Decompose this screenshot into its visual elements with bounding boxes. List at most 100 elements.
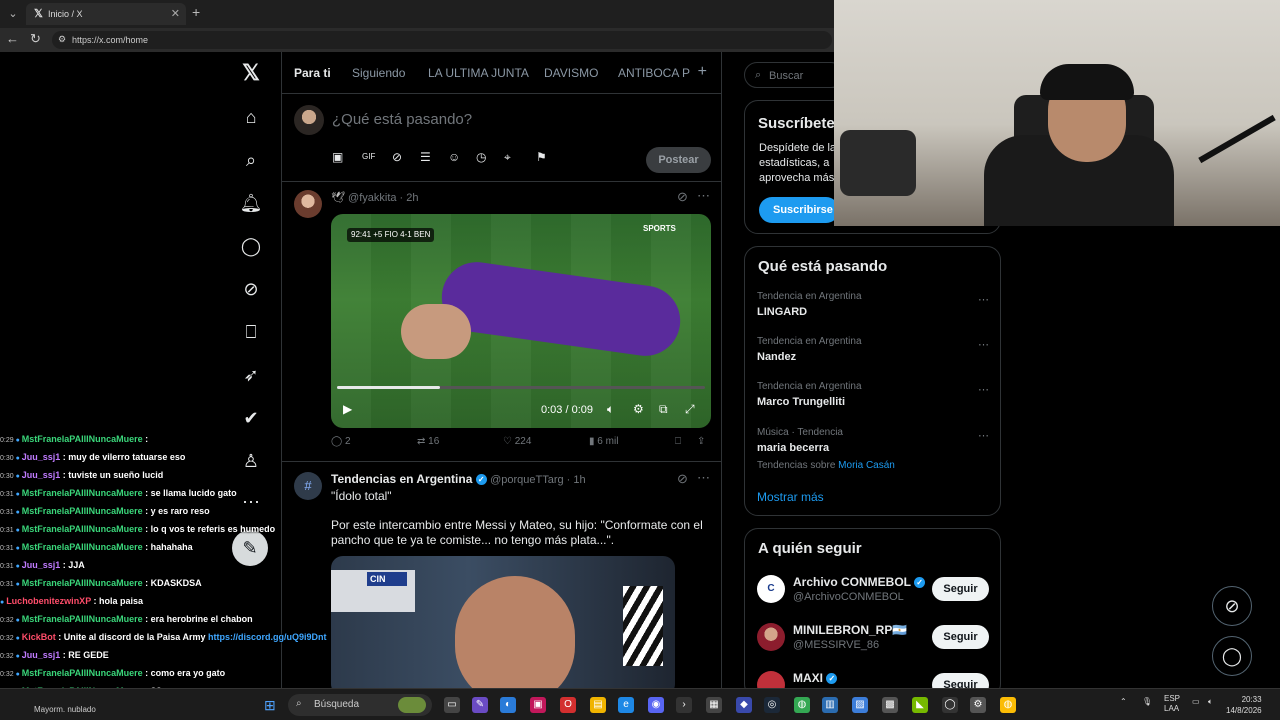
trend-item[interactable]: Tendencia en Argentina LINGARD ⋯: [757, 291, 989, 318]
chat-username[interactable]: LuchobenitezwinXP: [6, 596, 91, 606]
steam-icon[interactable]: ◎: [764, 697, 780, 713]
chat-username[interactable]: Juu_ssj1: [22, 560, 61, 570]
tab-antiboca[interactable]: ANTIBOCA P: [618, 66, 690, 80]
home-icon[interactable]: ⌂: [228, 104, 274, 130]
tab-para-ti[interactable]: Para ti: [294, 66, 331, 80]
chat-username[interactable]: Juu_ssj1: [22, 650, 61, 660]
x-logo-icon[interactable]: 𝕏: [228, 60, 274, 86]
messages-fab-icon[interactable]: ◯: [1212, 636, 1252, 676]
composer-input[interactable]: ¿Qué está pasando?: [332, 111, 472, 128]
schedule-icon[interactable]: ◷: [476, 150, 486, 164]
copilot-icon[interactable]: ◐: [500, 697, 516, 713]
edge-icon[interactable]: e: [618, 697, 634, 713]
notifications-bell-icon[interactable]: 🔔︎: [228, 190, 274, 216]
video-progress-bar[interactable]: [337, 386, 705, 389]
discord-icon[interactable]: ◉: [648, 697, 664, 713]
trend-sub-link[interactable]: Moria Casán: [838, 460, 895, 471]
emoji-icon[interactable]: ☺: [448, 150, 460, 164]
app-icon[interactable]: ◆: [736, 697, 752, 713]
grok-icon[interactable]: ⊘: [228, 276, 274, 302]
conmebol-avatar[interactable]: C: [757, 575, 785, 603]
add-tab-plus-icon[interactable]: +: [698, 63, 707, 81]
fullscreen-icon[interactable]: ⤢: [685, 402, 695, 417]
obs-icon[interactable]: ◯: [942, 697, 958, 713]
taskbar-search[interactable]: ⌕ Búsqueda: [288, 694, 432, 716]
network-icon[interactable]: ▭: [1192, 697, 1200, 706]
language-indicator[interactable]: ESP LAA: [1164, 694, 1180, 714]
flag-icon[interactable]: ⚑: [536, 150, 547, 164]
follow-suggestion[interactable]: C Archivo CONMEBOL ✓ @ArchivoCONMEBOL Se…: [757, 573, 989, 613]
more-options-icon[interactable]: ⋯: [697, 188, 710, 204]
trend-item[interactable]: Tendencia en Argentina Marco Trungelliti…: [757, 381, 989, 408]
subscribe-button[interactable]: Suscribirse: [759, 197, 839, 223]
back-arrow-icon[interactable]: ←: [6, 31, 19, 46]
gif-icon[interactable]: GIF: [362, 152, 375, 161]
tweet-image[interactable]: CIN: [331, 556, 675, 688]
weather-widget[interactable]: Mayorm. nublado: [34, 705, 96, 714]
tweet-handle-time[interactable]: 🕊︎ @fyakkita · 2h: [331, 191, 419, 204]
reload-icon[interactable]: ↻: [30, 31, 41, 47]
settings-gear-icon[interactable]: ⚙: [633, 402, 644, 416]
more-options-icon[interactable]: ⋯: [978, 293, 989, 306]
tweet-author[interactable]: Tendencias en Argentina ✓ @porqueTTarg ·…: [331, 472, 586, 486]
chat-username[interactable]: MstFranelaPAIIINuncaMuere: [22, 614, 143, 624]
address-bar[interactable]: ⚙ https://x.com/home: [52, 31, 832, 49]
follow-suggestion[interactable]: MINILEBRON_RP🇦🇷 @MESSIRVE_86 Seguir: [757, 621, 989, 661]
tweet-avatar[interactable]: [294, 190, 322, 218]
new-tab-plus-icon[interactable]: +: [192, 4, 200, 20]
chrome-icon[interactable]: ◍: [1000, 697, 1016, 713]
chat-username[interactable]: MstFranelaPAIIINuncaMuere: [22, 524, 143, 534]
taskbar-clock[interactable]: 20:33 14/8/2026: [1226, 694, 1262, 716]
grok-fab-icon[interactable]: ⊘: [1212, 586, 1252, 626]
repost-button[interactable]: ⇄ 16: [417, 436, 439, 447]
user-avatar[interactable]: [294, 105, 324, 135]
nvidia-icon[interactable]: ◣: [912, 697, 928, 713]
follow-button[interactable]: Seguir: [932, 577, 989, 601]
grok-icon[interactable]: ⊘: [677, 471, 688, 487]
tab-menu-chevron-icon[interactable]: ⌄: [4, 5, 22, 23]
tab-la-ultima-junta[interactable]: LA ULTIMA JUNTA: [428, 66, 529, 80]
windows-start-icon[interactable]: ⊞: [264, 697, 280, 713]
chat-username[interactable]: KickBot: [22, 632, 56, 642]
site-info-icon[interactable]: ⚙: [58, 34, 66, 45]
views-button[interactable]: ▮ 6 mil: [589, 436, 618, 447]
terminal-icon[interactable]: ›: [676, 697, 692, 713]
grok-icon[interactable]: ⊘: [677, 189, 688, 205]
app-icon[interactable]: ▦: [706, 697, 722, 713]
close-icon[interactable]: ✕: [171, 7, 180, 20]
more-options-icon[interactable]: ⋯: [978, 383, 989, 396]
chat-username[interactable]: Juu_ssj1: [22, 452, 61, 462]
trend-item[interactable]: Música · Tendencia maria becerra Tendenc…: [757, 427, 989, 471]
volume-icon[interactable]: 🔈︎: [1208, 697, 1213, 707]
chat-username[interactable]: MstFranelaPAIIINuncaMuere: [22, 542, 143, 552]
like-button[interactable]: ♡ 224: [503, 436, 531, 447]
file-explorer-icon[interactable]: ▤: [590, 697, 606, 713]
tweet-video[interactable]: 🕊︎ @fyakkita · 2h ⊘ ⋯ 92:41 +5 FIO 4-1 B…: [282, 182, 721, 462]
follow-button[interactable]: Seguir: [932, 625, 989, 649]
video-player[interactable]: 92:41 +5 FIO 4-1 BEN SPORTS ▶ 0:03 / 0:0…: [331, 214, 711, 428]
search-icon[interactable]: ⌕: [228, 147, 274, 173]
app-icon[interactable]: ▩: [882, 697, 898, 713]
media-icon[interactable]: ▣: [332, 150, 343, 164]
chat-username[interactable]: MstFranelaPAIIINuncaMuere: [22, 668, 143, 678]
share-icon[interactable]: ⇪: [697, 436, 705, 447]
chat-username[interactable]: Juu_ssj1: [22, 470, 61, 480]
more-options-icon[interactable]: ⋯: [697, 470, 710, 486]
chat-username[interactable]: MstFranelaPAIIINuncaMuere: [22, 506, 143, 516]
post-button[interactable]: Postear: [646, 147, 711, 173]
chat-username[interactable]: MstFranelaPAIIINuncaMuere: [22, 434, 143, 444]
mic-icon[interactable]: 🎙︎: [1142, 697, 1152, 706]
bookmark-icon[interactable]: ⎕: [675, 436, 681, 447]
show-more-link[interactable]: Mostrar más: [757, 490, 824, 504]
chat-username[interactable]: MstFranelaPAIIINuncaMuere: [22, 578, 143, 588]
location-icon[interactable]: ⌖: [504, 150, 511, 165]
minilebron-avatar[interactable]: [757, 623, 785, 651]
tweet-trends[interactable]: # Tendencias en Argentina ✓ @porqueTTarg…: [282, 462, 721, 688]
volume-icon[interactable]: 🔈︎: [607, 402, 614, 417]
browser-tab[interactable]: 𝕏 Inicio / X ✕: [26, 3, 186, 25]
bookmarks-icon[interactable]: ⎕: [228, 319, 274, 345]
photos-icon[interactable]: ▨: [852, 697, 868, 713]
play-icon[interactable]: ▶: [343, 402, 352, 416]
chat-link[interactable]: https://discord.gg/uQ9i9Dnt: [208, 632, 327, 642]
app-icon[interactable]: ▥: [822, 697, 838, 713]
